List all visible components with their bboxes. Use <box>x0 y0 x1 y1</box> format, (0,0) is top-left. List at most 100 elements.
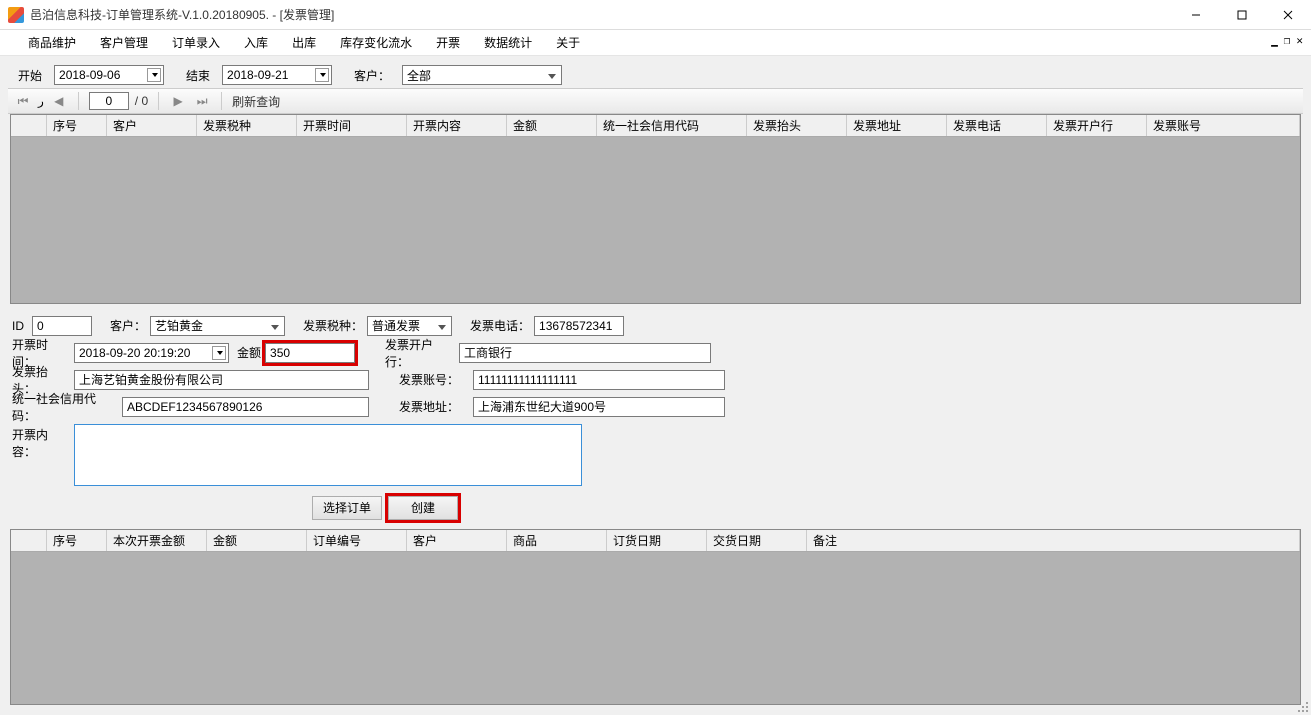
form-customer-combo[interactable]: 艺铂黄金 <box>150 316 285 336</box>
col-seq[interactable]: 序号 <box>47 115 107 136</box>
menu-about[interactable]: 关于 <box>544 31 592 54</box>
filter-row: 开始 2018-09-06 结束 2018-09-21 客户： 全部 <box>8 62 1303 88</box>
pager-next-icon[interactable]: ▶ <box>169 92 187 110</box>
bank-input[interactable] <box>459 343 711 363</box>
content-label: 开票内容： <box>12 424 74 460</box>
account-input[interactable] <box>473 370 725 390</box>
start-date-label: 开始 <box>14 67 46 84</box>
phone-label: 发票电话： <box>470 317 534 334</box>
menu-outbound[interactable]: 出库 <box>280 31 328 54</box>
resize-grip-icon[interactable] <box>1295 699 1309 713</box>
amount-input[interactable] <box>265 343 355 363</box>
tax-combo[interactable]: 普通发票 <box>367 316 452 336</box>
close-button[interactable] <box>1265 0 1311 30</box>
create-button[interactable]: 创建 <box>388 496 458 520</box>
id-input[interactable] <box>32 316 92 336</box>
col-time[interactable]: 开票时间 <box>297 115 407 136</box>
col-address[interactable]: 发票地址 <box>847 115 947 136</box>
filter-customer-combo[interactable]: 全部 <box>402 65 562 85</box>
select-order-button[interactable]: 选择订单 <box>312 496 382 520</box>
menu-stats[interactable]: 数据统计 <box>472 31 544 54</box>
order-lines-header: 序号 本次开票金额 金额 订单编号 客户 商品 订货日期 交货日期 备注 <box>11 530 1300 552</box>
order-lines-grid: 序号 本次开票金额 金额 订单编号 客户 商品 订货日期 交货日期 备注 <box>10 529 1301 705</box>
menu-customer[interactable]: 客户管理 <box>88 31 160 54</box>
end-date-picker[interactable]: 2018-09-21 <box>222 65 332 85</box>
phone-input[interactable] <box>534 316 624 336</box>
uscc-input[interactable] <box>122 397 369 417</box>
col-phone[interactable]: 发票电话 <box>947 115 1047 136</box>
start-date-value: 2018-09-06 <box>59 68 120 82</box>
menu-inbound[interactable]: 入库 <box>232 31 280 54</box>
form-customer-label: 客户： <box>110 317 150 334</box>
calendar-dropdown-icon[interactable] <box>315 68 329 82</box>
col2-this-amount[interactable]: 本次开票金额 <box>107 530 207 551</box>
col-customer[interactable]: 客户 <box>107 115 197 136</box>
end-date-label: 结束 <box>182 67 214 84</box>
col-tax[interactable]: 发票税种 <box>197 115 297 136</box>
col-bank[interactable]: 发票开户行 <box>1047 115 1147 136</box>
content-textarea[interactable] <box>74 424 582 486</box>
uscc-label: 统一社会信用代码： <box>12 390 122 424</box>
mdi-restore-icon[interactable]: ❐ <box>1284 34 1291 47</box>
pager-current-input[interactable] <box>89 92 129 110</box>
col-title[interactable]: 发票抬头 <box>747 115 847 136</box>
address-input[interactable] <box>473 397 725 417</box>
mdi-minimize-icon[interactable]: ▁ <box>1271 34 1278 47</box>
mdi-controls: ▁ ❐ ✕ <box>1271 34 1303 47</box>
col2-product[interactable]: 商品 <box>507 530 607 551</box>
filter-customer-label: 客户： <box>350 67 394 84</box>
menu-inventory-flow[interactable]: 库存变化流水 <box>328 31 424 54</box>
pager-total: / 0 <box>135 94 148 108</box>
menu-invoice[interactable]: 开票 <box>424 31 472 54</box>
menu-order-entry[interactable]: 订单录入 <box>160 31 232 54</box>
id-label: ID <box>12 319 32 333</box>
tax-label: 发票税种： <box>303 317 367 334</box>
calendar-dropdown-icon[interactable] <box>212 346 226 360</box>
col2-amount[interactable]: 金额 <box>207 530 307 551</box>
col2-order-no[interactable]: 订单编号 <box>307 530 407 551</box>
col2-delivery[interactable]: 交货日期 <box>707 530 807 551</box>
col2-customer[interactable]: 客户 <box>407 530 507 551</box>
mdi-close-icon[interactable]: ✕ <box>1296 34 1303 47</box>
col-uscc[interactable]: 统一社会信用代码 <box>597 115 747 136</box>
invoice-form: ID 客户： 艺铂黄金 发票税种： 普通发票 发票电话： 开票时间： 2018-… <box>0 304 1311 529</box>
col-amount[interactable]: 金额 <box>507 115 597 136</box>
filter-customer-value: 全部 <box>407 67 431 84</box>
col-content[interactable]: 开票内容 <box>407 115 507 136</box>
menubar: 商品维护 客户管理 订单录入 入库 出库 库存变化流水 开票 数据统计 关于 ▁… <box>0 30 1311 56</box>
end-date-value: 2018-09-21 <box>227 68 288 82</box>
account-label: 发票账号： <box>399 371 473 388</box>
invoice-grid-header: 序号 客户 发票税种 开票时间 开票内容 金额 统一社会信用代码 发票抬头 发票… <box>11 115 1300 137</box>
maximize-button[interactable] <box>1219 0 1265 30</box>
menu-product[interactable]: 商品维护 <box>16 31 88 54</box>
col2-seq[interactable]: 序号 <box>47 530 107 551</box>
col-account[interactable]: 发票账号 <box>1147 115 1300 136</box>
titlebar: 邑泊信息科技-订单管理系统-V.1.0.20180905. - [发票管理] <box>0 0 1311 30</box>
chevron-down-icon <box>268 319 282 333</box>
minimize-button[interactable] <box>1173 0 1219 30</box>
time-picker[interactable]: 2018-09-20 20:19:20 <box>74 343 229 363</box>
row-header <box>11 530 47 551</box>
address-label: 发票地址： <box>399 398 473 415</box>
pager-last-icon[interactable]: ⏭ <box>193 92 211 110</box>
invoice-grid: 序号 客户 发票税种 开票时间 开票内容 金额 统一社会信用代码 发票抬头 发票… <box>10 114 1301 304</box>
start-date-picker[interactable]: 2018-09-06 <box>54 65 164 85</box>
tax-value: 普通发票 <box>372 317 420 334</box>
pager: ⏮ ر ◀ / 0 ▶ ⏭ 刷新查询 <box>8 88 1303 114</box>
order-lines-body[interactable] <box>11 552 1300 704</box>
pager-first-icon[interactable]: ⏮ <box>14 92 32 110</box>
window-title: 邑泊信息科技-订单管理系统-V.1.0.20180905. - [发票管理] <box>30 6 334 23</box>
col2-order-date[interactable]: 订货日期 <box>607 530 707 551</box>
col2-remark[interactable]: 备注 <box>807 530 1300 551</box>
invoice-grid-body[interactable] <box>11 137 1300 303</box>
chevron-down-icon <box>545 68 559 82</box>
chevron-down-icon <box>435 319 449 333</box>
pager-prev-icon[interactable]: ◀ <box>50 92 68 110</box>
bank-label: 发票开户行： <box>385 336 459 370</box>
pager-refresh[interactable]: 刷新查询 <box>232 93 280 110</box>
title-input[interactable] <box>74 370 369 390</box>
calendar-dropdown-icon[interactable] <box>147 68 161 82</box>
form-customer-value: 艺铂黄金 <box>155 317 203 334</box>
amount-label: 金额 <box>237 344 265 361</box>
app-icon <box>8 7 24 23</box>
